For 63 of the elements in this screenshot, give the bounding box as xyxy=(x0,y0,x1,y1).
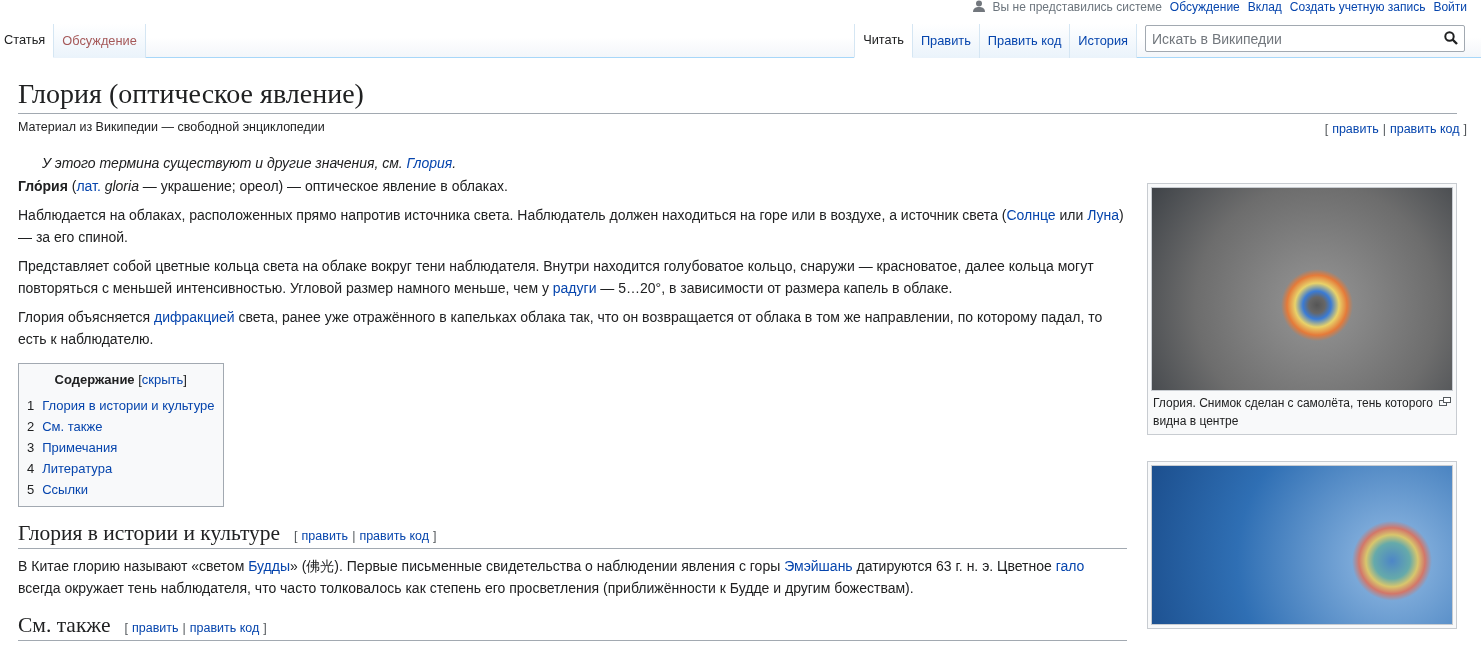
tagline: Материал из Википедии — свободной энциклопедии xyxy=(18,119,325,136)
toc-link[interactable]: Ссылки xyxy=(42,479,88,501)
paragraph: Глория объясняется дифракцией света, ранее уже отражённого в капельках облака так, что он возвращается от облака в том же направлении, по которому падал, то есть к наблюдателю. xyxy=(18,307,1104,349)
personal-link[interactable]: Обсуждение xyxy=(1169,0,1240,14)
article-link[interactable]: Будды xyxy=(248,558,290,575)
paragraph: Гло́рия (лат. gloria — украшение; ореол) — оптическое явление в облаках. xyxy=(18,176,509,196)
edit-link[interactable]: править xyxy=(301,529,349,545)
bracket: ] xyxy=(183,371,187,387)
personal-link[interactable]: Войти xyxy=(1433,0,1467,14)
paragraph: Наблюдается на облаках, расположенных прямо напротив источника света. Наблюдатель должен находиться на горе или в воздухе, а источник света (Солнце или Луна) — за его спиной. xyxy=(18,205,1125,247)
article-title: Глория (оптическое явление) xyxy=(18,76,1457,114)
bracket: [ xyxy=(294,529,298,545)
edit-link[interactable]: править код xyxy=(1389,120,1460,139)
bracket: [ xyxy=(1324,121,1329,138)
user-icon xyxy=(972,0,985,12)
edit-link[interactable]: править код xyxy=(359,529,429,545)
bracket: ] xyxy=(432,529,437,545)
page-tab[interactable]: Обсуждение xyxy=(54,24,146,58)
toc-title: Содержание xyxy=(54,371,135,387)
article-link[interactable]: дифракцией xyxy=(154,308,235,325)
toc-number: 1 xyxy=(27,397,35,416)
separator: | xyxy=(182,621,186,637)
toc-number: 2 xyxy=(27,418,35,437)
paragraph: В Китае глорию называют «светом Будды» (佛光). Первые письменные свидетельства о наблюдении явления с горы Эмэйшань датируются 63 г. н. э. Цветное гало всегда окружает тень наблюдателя, что часто толковалось как степень его просветления (приближённости к Будде и другим божествам). xyxy=(18,557,1086,599)
search-icon[interactable] xyxy=(1444,31,1458,45)
view-tab[interactable]: История xyxy=(1070,24,1137,58)
edit-link[interactable]: править xyxy=(131,621,179,637)
article-link[interactable]: Глория xyxy=(406,154,453,171)
section-heading: См. также xyxy=(18,613,111,639)
toc-link[interactable]: Примечания xyxy=(42,437,118,459)
article-link[interactable]: гало xyxy=(1055,558,1085,575)
toc-link[interactable]: Глория в истории и культуре xyxy=(42,395,215,417)
figure-caption: Глория. Снимок сделан с самолёта, тень которого видна в центре xyxy=(1153,394,1433,430)
separator: | xyxy=(1382,121,1386,138)
bracket: [ xyxy=(138,371,142,387)
paragraph: Представляет собой цветные кольца света на облаке вокруг тени наблюдателя. Внутри находится голубоватое кольцо, снаружи — красноватое, далее кольца могут повторяться с меньшей интенсивностью. Угловой размер намного меньше, чем у радуги — 5…20°, в зависимости от размера капель в облаке. xyxy=(18,256,1095,298)
toc-number: 3 xyxy=(27,439,35,458)
hatnote: У этого термина существуют и другие значения, см. Глория. xyxy=(41,153,458,173)
page-tab[interactable]: Статья xyxy=(0,24,55,58)
article-link[interactable]: лат. xyxy=(76,177,101,194)
toc-link[interactable]: Литература xyxy=(42,458,113,480)
personal-link[interactable]: Вклад xyxy=(1247,0,1282,14)
search-field[interactable]: Искать в Википедии xyxy=(1145,25,1465,52)
article-link[interactable]: Солнце xyxy=(1006,206,1056,223)
user-status: Вы не представились системе xyxy=(992,0,1162,14)
edit-link[interactable]: править код xyxy=(189,621,260,637)
edit-link[interactable]: править xyxy=(1332,120,1379,139)
article-link[interactable]: Луна xyxy=(1087,206,1120,223)
bracket: ] xyxy=(1463,121,1467,138)
view-tab[interactable]: Читать xyxy=(854,24,913,58)
section-heading: Глория в истории и культуре xyxy=(18,521,281,548)
bracket: [ xyxy=(124,621,128,637)
toc-link[interactable]: См. также xyxy=(42,416,103,438)
view-tab[interactable]: Править xyxy=(912,24,980,58)
toc-number: 5 xyxy=(27,481,35,500)
enlarge-icon[interactable] xyxy=(1439,396,1451,406)
view-tab[interactable]: Править код xyxy=(979,24,1071,58)
article-link[interactable]: радуги xyxy=(552,279,597,296)
article-link[interactable]: Эмэйшань xyxy=(784,558,853,575)
separator: | xyxy=(352,529,356,545)
bracket: ] xyxy=(263,621,267,637)
personal-link[interactable]: Создать учетную запись xyxy=(1289,0,1426,14)
toc-number: 4 xyxy=(27,460,35,479)
